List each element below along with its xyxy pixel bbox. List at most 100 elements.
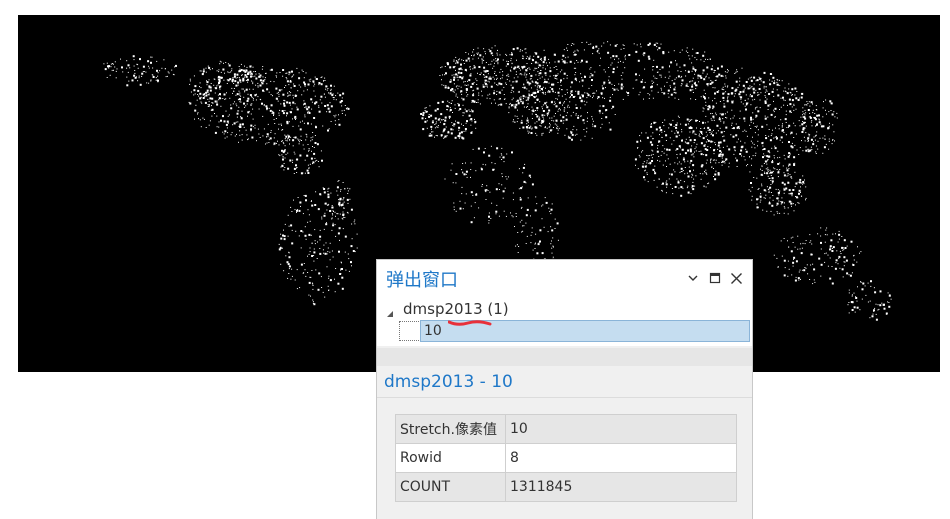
city-light-speck xyxy=(288,71,291,74)
city-light-speck xyxy=(453,209,455,211)
city-light-speck xyxy=(643,86,646,89)
city-light-speck xyxy=(542,93,544,95)
city-light-speck xyxy=(700,96,702,98)
city-light-speck xyxy=(424,107,426,109)
city-light-speck xyxy=(334,120,336,122)
city-light-speck xyxy=(774,168,776,170)
city-light-speck xyxy=(156,69,158,72)
city-light-speck xyxy=(554,61,556,63)
city-light-speck xyxy=(553,120,555,122)
city-light-speck xyxy=(448,106,450,108)
city-light-speck xyxy=(825,109,826,111)
city-light-speck xyxy=(793,137,795,138)
city-light-speck xyxy=(296,211,297,213)
city-light-speck xyxy=(240,69,243,71)
city-light-speck xyxy=(494,163,496,165)
city-light-speck xyxy=(441,100,444,103)
city-light-speck xyxy=(541,121,544,124)
city-light-speck xyxy=(484,70,487,73)
city-light-speck xyxy=(815,145,817,147)
panel-splitter[interactable] xyxy=(377,348,752,366)
city-light-speck xyxy=(500,103,503,106)
city-light-speck xyxy=(683,158,685,160)
city-light-speck xyxy=(776,137,778,140)
maximize-icon[interactable] xyxy=(706,269,724,287)
attribute-field: Stretch.像素值 xyxy=(395,414,506,444)
city-light-speck xyxy=(287,167,290,170)
city-light-speck xyxy=(211,105,212,107)
city-light-speck xyxy=(720,74,723,77)
city-light-speck xyxy=(638,74,640,76)
city-light-speck xyxy=(787,260,789,262)
city-light-speck xyxy=(691,173,693,175)
city-light-speck xyxy=(436,108,439,111)
city-light-speck xyxy=(657,145,659,146)
city-light-speck xyxy=(207,65,209,67)
city-light-speck xyxy=(552,83,555,86)
city-light-speck xyxy=(249,71,251,73)
city-light-speck xyxy=(656,84,658,86)
city-light-speck xyxy=(692,67,695,70)
city-light-speck xyxy=(291,108,293,110)
city-light-speck xyxy=(773,214,775,216)
city-light-speck xyxy=(755,80,757,82)
city-light-speck xyxy=(856,306,859,309)
city-light-speck xyxy=(722,146,724,148)
city-light-speck xyxy=(651,154,652,156)
city-light-speck xyxy=(317,241,318,243)
city-light-speck xyxy=(769,79,771,81)
city-light-speck xyxy=(266,107,268,110)
city-light-speck xyxy=(812,112,814,114)
city-light-speck xyxy=(522,230,524,232)
city-light-speck xyxy=(661,92,663,93)
city-light-speck xyxy=(481,60,483,62)
city-light-speck xyxy=(197,94,199,95)
expand-triangle-icon[interactable] xyxy=(385,304,395,317)
city-light-speck xyxy=(448,115,451,118)
city-light-speck xyxy=(574,53,577,56)
city-light-speck xyxy=(338,250,340,253)
city-light-speck xyxy=(436,135,438,137)
city-light-speck xyxy=(747,98,749,100)
city-light-speck xyxy=(525,243,527,244)
city-light-speck xyxy=(681,129,683,131)
city-light-speck xyxy=(692,48,694,50)
city-light-speck xyxy=(327,129,329,132)
city-light-speck xyxy=(719,117,721,119)
city-light-speck xyxy=(639,135,641,137)
city-light-speck xyxy=(294,115,297,118)
city-light-speck xyxy=(340,100,343,102)
city-light-speck xyxy=(270,104,273,107)
city-light-speck xyxy=(704,93,706,95)
chevron-down-icon[interactable] xyxy=(684,269,702,287)
city-light-speck xyxy=(452,129,454,131)
city-light-speck xyxy=(505,215,507,217)
close-icon[interactable] xyxy=(727,269,745,287)
city-light-speck xyxy=(206,89,209,92)
city-light-speck xyxy=(774,80,775,82)
tree-layer-label[interactable]: dmsp2013 (1) xyxy=(403,300,509,318)
city-light-speck xyxy=(749,95,751,97)
city-light-speck xyxy=(574,95,576,97)
city-light-speck xyxy=(209,97,212,100)
city-light-speck xyxy=(229,97,231,99)
city-light-speck xyxy=(330,85,332,87)
city-light-speck xyxy=(831,248,833,249)
city-light-speck xyxy=(142,71,144,73)
city-light-speck xyxy=(420,113,423,115)
city-light-speck xyxy=(838,257,840,259)
city-light-speck xyxy=(579,97,582,99)
city-light-speck xyxy=(807,139,809,141)
city-light-speck xyxy=(318,166,320,168)
city-light-speck xyxy=(702,69,705,72)
city-light-speck xyxy=(787,155,790,158)
city-light-speck xyxy=(266,136,267,138)
city-light-speck xyxy=(525,126,528,129)
city-light-speck xyxy=(200,87,202,89)
city-light-speck xyxy=(705,104,707,106)
city-light-speck xyxy=(286,120,289,123)
city-light-speck xyxy=(788,141,790,143)
city-light-speck xyxy=(512,216,514,218)
city-light-speck xyxy=(804,127,806,129)
city-light-speck xyxy=(350,208,353,211)
